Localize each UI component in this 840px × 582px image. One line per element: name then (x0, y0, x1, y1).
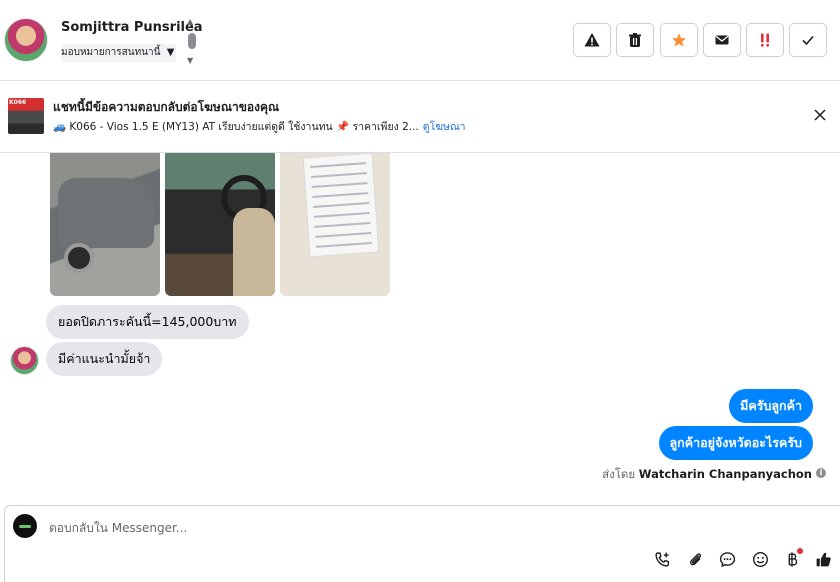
incoming-message-bubble[interactable]: มีค่าแนะนำมั้ยจ้า (46, 342, 163, 376)
assign-conversation-dropdown[interactable]: มอบหมายการสนทนานี้ ▼ (61, 44, 177, 62)
ad-thumbnail[interactable]: K066 (8, 98, 44, 134)
page-avatar (13, 514, 37, 538)
trash-icon (629, 33, 641, 47)
chevron-down-icon: ▼ (166, 47, 175, 58)
like-button[interactable] (812, 548, 834, 570)
sent-by-prefix: ส่งโดย (602, 467, 636, 481)
phone-add-button[interactable] (651, 548, 673, 570)
contact-avatar-small (10, 346, 39, 375)
mark-done-button[interactable] (789, 23, 827, 57)
sent-by-name: Watcharin Chanpanyachon (638, 467, 812, 481)
chat-bubble-icon (719, 551, 735, 567)
reply-input[interactable] (49, 518, 569, 538)
saved-replies-button[interactable] (716, 548, 738, 570)
info-icon[interactable]: i (816, 468, 826, 478)
close-banner-button[interactable] (810, 105, 830, 125)
view-ad-link[interactable]: ดูโฆษณา (423, 121, 466, 133)
contact-avatar[interactable] (4, 18, 48, 62)
incoming-message-bubble[interactable]: ยอดปิดภาระคันนี้=145,000บาท (46, 305, 249, 339)
double-exclamation-icon (760, 33, 770, 47)
checkmark-icon (802, 35, 814, 46)
message-photo-car-exterior[interactable] (50, 153, 160, 296)
conversation-header: Somjittra Punsrilea มอบหมายการสนทนานี้ ▼… (0, 0, 840, 81)
ad-banner-title: แชทนี้มีข้อความตอบกลับต่อโฆษณาของคุณ (53, 100, 280, 114)
star-button[interactable] (660, 23, 698, 57)
contact-name[interactable]: Somjittra Punsrilea (61, 20, 203, 35)
message-photo-car-interior[interactable] (165, 153, 275, 296)
follow-up-button[interactable] (746, 23, 784, 57)
payment-button[interactable] (781, 548, 803, 570)
mark-unread-button[interactable] (703, 23, 741, 57)
sent-by-label: ส่งโดย Watcharin Chanpanyachon (602, 466, 812, 484)
thumbs-up-icon (816, 552, 831, 566)
header-scrollbar[interactable]: ▲ ▼ (186, 17, 198, 65)
message-photo-document[interactable] (280, 153, 390, 296)
phone-add-icon (654, 551, 669, 567)
envelope-icon (715, 35, 729, 45)
outgoing-message-bubble[interactable]: มีครับลูกค้า (729, 389, 813, 423)
delete-button[interactable] (616, 23, 654, 57)
assign-label: มอบหมายการสนทนานี้ (61, 47, 161, 58)
close-icon (814, 109, 826, 121)
ad-thumbnail-tag: K066 (9, 99, 27, 106)
scroll-down-icon[interactable]: ▼ (187, 56, 193, 65)
message-composer (4, 505, 840, 582)
ad-description-text: 🚙 K066 - Vios 1.5 E (MY13) AT เรียบง่ายแ… (53, 121, 419, 133)
mark-spam-button[interactable] (573, 23, 611, 57)
ad-banner-description: 🚙 K066 - Vios 1.5 E (MY13) AT เรียบง่ายแ… (53, 118, 466, 135)
smiley-icon (752, 551, 768, 567)
attach-button[interactable] (684, 548, 706, 570)
conversation-panel: Somjittra Punsrilea มอบหมายการสนทนานี้ ▼… (0, 0, 840, 582)
paperclip-icon (689, 552, 701, 565)
ad-reply-banner: K066 แชทนี้มีข้อความตอบกลับต่อโฆษณาของคุ… (0, 81, 840, 153)
outgoing-message-bubble[interactable]: ลูกค้าอยู่จังหวัดอะไรครับ (658, 426, 813, 460)
notification-dot (797, 548, 803, 554)
star-icon (672, 33, 686, 47)
warning-icon (584, 33, 600, 47)
emoji-button[interactable] (749, 548, 771, 570)
scroll-up-icon[interactable]: ▲ (187, 17, 193, 26)
scroll-thumb[interactable] (188, 33, 196, 49)
